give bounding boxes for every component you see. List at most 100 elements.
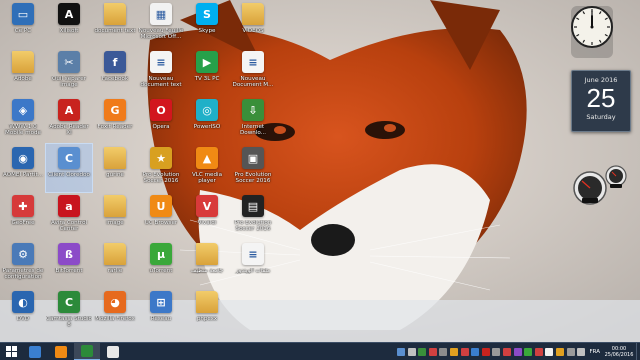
tray-app-icon[interactable] [418,347,427,356]
desktop-icon[interactable]: phpcxx [184,288,230,336]
desktop-icon[interactable]: VIDEOS [230,0,276,48]
tray-app-icon[interactable] [524,347,533,356]
desktop-icon-label: Xilisoft [59,28,79,34]
pes-launcher-icon: ▤ [242,195,264,217]
desktop-icon[interactable]: ▦ Nouveau Feuille Microsoft Off... [138,0,184,48]
camtasia-recorder-taskbar[interactable] [100,343,126,360]
desktop-icon[interactable]: ✚ GeoFree [0,192,46,240]
tray-app-icon[interactable] [397,347,406,356]
desktop-icon-label: Adobe [14,76,32,82]
tray-app-icon[interactable] [503,347,512,356]
desktop-icon[interactable]: ◈ WWW-1.0 Mobile mode [0,96,46,144]
desktop-icon[interactable]: ▶ TV 3L PC [184,48,230,96]
bittorrent-icon: ß [58,243,80,265]
tv-app-icon: ▶ [196,51,218,73]
utorrent-icon: µ [150,243,172,265]
tray-app-icon[interactable] [481,347,490,356]
tray-app-icon[interactable] [471,347,480,356]
desktop-icon-label: rarlie [107,268,123,274]
tray-app-icon[interactable] [555,347,564,356]
opera-icon: O [150,99,172,121]
desktop-icon[interactable]: U UC Browser [138,192,184,240]
tray-app-icon[interactable] [407,347,416,356]
tray-icon-list [396,347,587,356]
desktop-icon[interactable]: image [92,192,138,240]
desktop-icon[interactable]: ⊞ Réseau [138,288,184,336]
geofree-icon: ✚ [12,195,34,217]
desktop-icon[interactable]: C Camtasia Studio 8 [46,288,92,336]
tray-app-icon[interactable] [513,347,522,356]
folder-icon [12,51,34,73]
tray-app-icon[interactable] [577,347,586,356]
desktop-icon[interactable]: C Client Ooredoo [45,143,93,193]
desktop-icon-label: Avira Control Center [50,220,88,233]
desktop-icon[interactable]: a Avira Control Center [46,192,92,240]
desktop-icon[interactable]: A Xilisoft [46,0,92,48]
desktop-icon[interactable]: ▭ Ce PC [0,0,46,48]
adobe-reader-icon: A [58,99,80,121]
desktop-icon[interactable]: G Foxit Reader [92,96,138,144]
desktop-icon[interactable]: ⚙ Paramètres de configuration [0,240,46,288]
clock-gadget[interactable] [569,4,615,60]
taskbar-clock[interactable]: 00:00 25/06/2016 [604,346,634,358]
desktop-icon[interactable]: µ uTorrent [138,240,184,288]
app-icon [29,345,41,358]
show-desktop-button[interactable] [636,342,640,360]
tray-app-icon[interactable] [545,347,554,356]
desktop-icon[interactable]: A Adobe Reader XI [46,96,92,144]
tray-app-icon[interactable] [460,347,469,356]
desktop-icon[interactable]: ≡ ملفات الويندوز [230,240,276,288]
skype-icon: S [196,3,218,25]
desktop-icon[interactable]: ◕ Mozilla Firefox [92,288,138,336]
desktop-icon[interactable]: ⇩ Internet Downlo... [230,96,276,144]
desktop-icon-label: جامعة سطيف [190,268,224,274]
desktop-icon[interactable]: ≡ Nouveau document text [138,48,184,96]
language-indicator[interactable]: FRA [589,349,600,355]
desktop-icon[interactable]: Adobe [0,48,46,96]
desktop-icon[interactable]: rarlie [92,240,138,288]
desktop-icon[interactable]: document text [92,0,138,48]
excel-file-icon: ▦ [150,3,172,25]
desktop-icon-label: TV 3L PC [194,76,220,82]
desktop-icon[interactable]: f Facebook [92,48,138,96]
cpu-meter-gadget[interactable] [568,162,634,212]
tray-app-icon[interactable] [450,347,459,356]
desktop-icon[interactable]: V Vivaldi [184,192,230,240]
calendar-weekday: Saturday [586,113,616,121]
desktop-icon[interactable]: S Skype [184,0,230,48]
pes-2016-icon: ★ [150,147,172,169]
settings-file-icon: ⚙ [12,243,34,265]
desktop-icon[interactable]: ≡ Nouveau Document M... [230,48,276,96]
desktop-icon[interactable]: ◉ AOMEI Partit... [0,144,46,192]
desktop-icon-label: Pro Evolution Soccer 2016 [142,172,180,185]
desktop-icon[interactable]: gurine [92,144,138,192]
tray-app-icon[interactable] [534,347,543,356]
calendar-day: 25 [586,83,616,113]
desktop-icon[interactable]: جامعة سطيف [184,240,230,288]
tray-app-icon[interactable] [492,347,501,356]
uc-browser-taskbar[interactable] [48,343,74,360]
taskbar: FRA 00:00 25/06/2016 [0,342,640,360]
desktop-icon[interactable]: ß BitTorrent [46,240,92,288]
desktop-icon[interactable]: ◎ PowerISO [184,96,230,144]
desktop-icon[interactable]: ▣ Pro Evolution Soccer 2016 [230,144,276,192]
start-button[interactable] [0,343,22,360]
desktop-icon[interactable]: ★ Pro Evolution Soccer 2016 [138,144,184,192]
desktop-icon[interactable]: ◐ DVD [0,288,46,336]
desktop-icon-label: Foxit Reader [97,124,133,130]
desktop-icon[interactable]: O Opera [138,96,184,144]
desktop-icon[interactable]: ▤ Pro Evolution Soccer 2016 [230,192,276,240]
start-menu-app[interactable] [22,343,48,360]
tray-app-icon[interactable] [566,347,575,356]
desktop-icon[interactable]: ▲ VLC media player [184,144,230,192]
internet-download-icon: ⇩ [242,99,264,121]
tray-app-icon[interactable] [439,347,448,356]
desktop-icon-label: VLC media player [191,172,223,185]
calendar-gadget[interactable]: June 2016 25 Saturday [571,70,631,132]
desktop-icon[interactable]: ✂ Ouil séparer image [46,48,92,96]
desktop-icon-label: Pro Evolution Soccer 2016 [234,220,272,233]
camtasia-taskbar[interactable] [74,342,100,360]
taskbar-app-list [22,342,126,360]
app-icon [55,345,67,358]
tray-app-icon[interactable] [428,347,437,356]
